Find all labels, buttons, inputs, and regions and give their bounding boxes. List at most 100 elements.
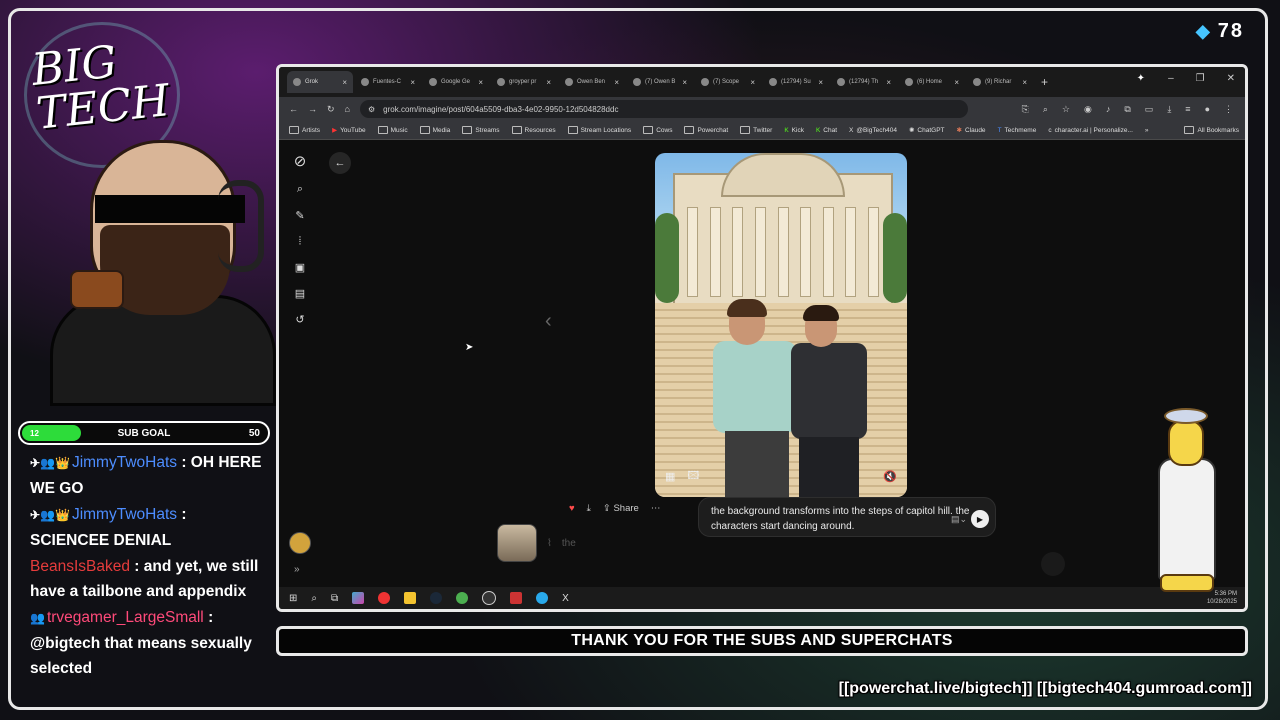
more-bookmarks-icon[interactable]: » (1145, 127, 1149, 134)
home-icon[interactable]: ⌂ (345, 104, 350, 114)
star-icon[interactable]: ☆ (1062, 104, 1070, 115)
file-explorer-icon[interactable] (404, 592, 417, 604)
sparkle-icon[interactable]: ✦ (1137, 73, 1145, 84)
close-icon[interactable]: × (614, 78, 619, 87)
menu-icon[interactable]: ⋮ (1224, 104, 1233, 115)
user-avatar[interactable] (289, 532, 311, 554)
tab[interactable]: (12794) Su × (763, 71, 829, 93)
obs-icon[interactable] (482, 591, 497, 605)
tab[interactable]: (9) Richar × (967, 71, 1033, 93)
voice-icon[interactable]: ⦙ (299, 235, 301, 248)
history-icon[interactable]: ↺ (295, 313, 304, 326)
bookmark[interactable]: K Kick (784, 127, 804, 134)
image-icon[interactable]: 🖾 (687, 467, 699, 486)
close-icon[interactable]: × (1022, 78, 1027, 87)
tab[interactable]: (7) Owen B × (627, 71, 693, 93)
tab[interactable]: Fuentes-C × (355, 71, 421, 93)
play-button[interactable]: ▶ (971, 510, 989, 528)
new-tab-button[interactable]: + (1041, 75, 1048, 89)
bookmark[interactable]: Powerchat (684, 126, 728, 134)
restore-icon[interactable]: ❐ (1196, 73, 1205, 84)
compose-icon[interactable]: ✎ (295, 209, 304, 222)
audio-icon[interactable]: ♪ (1106, 104, 1111, 115)
expand-sidebar-icon[interactable]: » (294, 564, 300, 575)
share-button[interactable]: ⇪ Share (603, 503, 639, 514)
edit-prompt-icon[interactable]: ▤⌄ (951, 512, 967, 527)
close-icon[interactable]: × (342, 78, 347, 87)
bookmark[interactable]: X @BigTech404 (849, 127, 897, 134)
telegram-icon[interactable] (536, 592, 549, 604)
puzzle-icon[interactable]: ⧉ (1124, 104, 1130, 115)
send-button[interactable] (1041, 552, 1065, 576)
bookmark[interactable]: c character.ai | Personalize... (1048, 127, 1133, 134)
tab[interactable]: (6) Home × (899, 71, 965, 93)
minimize-icon[interactable]: – (1168, 73, 1174, 84)
tab-grok[interactable]: Grok × (287, 71, 353, 93)
chrome-icon[interactable] (378, 592, 391, 604)
profile-icon[interactable]: ● (1205, 104, 1210, 115)
sidepanel-icon[interactable]: ▭ (1145, 104, 1154, 115)
search-icon[interactable]: ⌕ (297, 183, 303, 196)
back-icon[interactable]: ← (289, 104, 298, 114)
bookmark[interactable]: Resources (511, 126, 556, 134)
bookmark[interactable]: K Chat (816, 127, 837, 134)
bookmark[interactable]: Music (377, 126, 408, 134)
site-info-icon[interactable]: ⚙ (368, 105, 375, 114)
back-button[interactable]: ← (329, 152, 351, 174)
forward-icon[interactable]: → (308, 104, 317, 114)
prompt-input[interactable]: the (562, 538, 576, 549)
close-icon[interactable]: × (886, 78, 891, 87)
reload-icon[interactable]: ↻ (327, 104, 335, 115)
previous-image-chevron-icon[interactable]: ‹ (545, 310, 552, 333)
close-icon[interactable]: × (478, 78, 483, 87)
bookmark[interactable]: ▶ YouTube (332, 126, 366, 135)
bookmark[interactable]: Stream Locations (567, 126, 631, 134)
bookmark[interactable]: Streams (462, 126, 500, 134)
grid-icon[interactable]: ▦ (665, 470, 675, 483)
close-icon[interactable]: × (410, 78, 415, 87)
media-icon[interactable]: ≡ (1185, 104, 1190, 115)
task-view-icon[interactable]: ⧉ (331, 593, 338, 604)
tab[interactable]: (7) Scope × (695, 71, 761, 93)
bookmark[interactable]: Twitter (740, 126, 772, 134)
app-icon[interactable] (510, 592, 523, 604)
copilot-icon[interactable] (352, 592, 365, 604)
tab[interactable]: (12794) Th × (831, 71, 897, 93)
search-icon[interactable]: ⌕ (311, 593, 317, 604)
bookmark[interactable]: ✱ Claude (957, 126, 986, 135)
zoom-icon[interactable]: ⌕ (1043, 104, 1048, 115)
url-field[interactable]: ⚙ grok.com/imagine/post/604a5509-dba3-4e… (359, 100, 968, 118)
close-icon[interactable]: × (954, 78, 959, 87)
close-icon[interactable]: × (750, 78, 755, 87)
close-window-icon[interactable]: ✕ (1227, 73, 1235, 84)
chrome-active-icon[interactable] (456, 592, 469, 604)
close-icon[interactable]: × (546, 78, 551, 87)
bookmark[interactable]: Media (419, 126, 450, 134)
projects-icon[interactable]: ▤ (295, 287, 305, 300)
bookmark[interactable]: Cows (643, 126, 672, 134)
all-bookmarks[interactable]: All Bookmarks (1184, 126, 1245, 134)
generated-video[interactable]: ▦ 🖾 🔇 (655, 153, 907, 497)
download-icon[interactable]: ⤓ (1167, 104, 1171, 115)
bookmark[interactable]: T Techmeme (998, 127, 1037, 134)
steam-icon[interactable] (430, 592, 443, 604)
x-app-icon[interactable]: X (562, 593, 569, 604)
heart-icon[interactable]: ♥ (569, 503, 575, 514)
close-icon[interactable]: × (682, 78, 687, 87)
imagine-icon[interactable]: ▣ (295, 261, 305, 274)
tab[interactable]: Owen Ben × (559, 71, 625, 93)
attach-icon[interactable]: ⌇ (547, 538, 552, 549)
close-icon[interactable]: × (818, 78, 823, 87)
bookmark[interactable]: ✺ ChatGPT (909, 126, 945, 135)
install-icon[interactable]: ⎘ (1022, 104, 1029, 115)
tab[interactable]: Google Ge × (423, 71, 489, 93)
grok-logo-icon[interactable]: ⊘ (294, 152, 307, 170)
source-image-thumbnail[interactable] (497, 524, 537, 562)
download-icon[interactable]: ⤓ (587, 503, 591, 514)
more-icon[interactable]: ⋯ (651, 503, 661, 514)
extension-icon[interactable]: ◉ (1084, 104, 1092, 115)
tab[interactable]: groyper pr × (491, 71, 557, 93)
windows-start-icon[interactable]: ⊞ (289, 593, 297, 604)
bookmark[interactable]: Artists (289, 126, 320, 134)
mute-icon[interactable]: 🔇 (883, 470, 897, 483)
